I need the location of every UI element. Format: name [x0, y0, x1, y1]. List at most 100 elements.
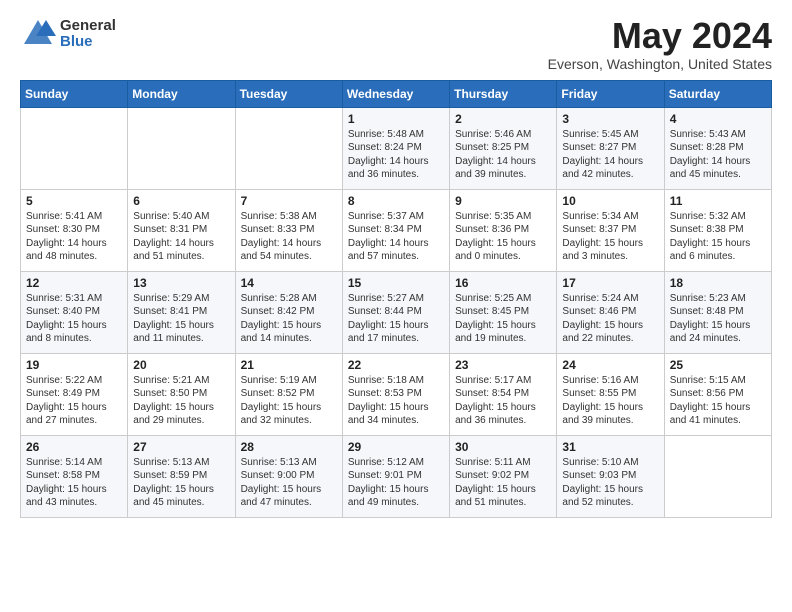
calendar-cell: 7 Sunrise: 5:38 AM Sunset: 8:33 PM Daylig… [235, 189, 342, 271]
week-row-1: 1 Sunrise: 5:48 AM Sunset: 8:24 PM Daylig… [21, 107, 772, 189]
day-info: Sunrise: 5:14 AM Sunset: 8:58 PM Dayligh… [26, 456, 122, 510]
calendar-cell: 12 Sunrise: 5:31 AM Sunset: 8:40 PM Dayli… [21, 271, 128, 353]
day-number: 6 [133, 194, 229, 208]
day-number: 14 [241, 276, 337, 290]
col-header-thursday: Thursday [450, 80, 557, 107]
calendar-cell: 11 Sunrise: 5:32 AM Sunset: 8:38 PM Dayli… [664, 189, 771, 271]
logo-icon [20, 16, 56, 52]
logo: General Blue [20, 16, 116, 52]
calendar-cell: 10 Sunrise: 5:34 AM Sunset: 8:37 PM Dayli… [557, 189, 664, 271]
day-info: Sunrise: 5:41 AM Sunset: 8:30 PM Dayligh… [26, 210, 122, 264]
calendar-cell: 17 Sunrise: 5:24 AM Sunset: 8:46 PM Dayli… [557, 271, 664, 353]
day-info: Sunrise: 5:25 AM Sunset: 8:45 PM Dayligh… [455, 292, 551, 346]
day-number: 16 [455, 276, 551, 290]
location: Everson, Washington, United States [548, 56, 772, 72]
calendar-cell: 13 Sunrise: 5:29 AM Sunset: 8:41 PM Dayli… [128, 271, 235, 353]
calendar-cell [664, 435, 771, 517]
day-number: 18 [670, 276, 766, 290]
day-info: Sunrise: 5:46 AM Sunset: 8:25 PM Dayligh… [455, 128, 551, 182]
calendar-cell: 19Sunrise: 5:22 AM Sunset: 8:49 PM Dayli… [21, 353, 128, 435]
day-number: 10 [562, 194, 658, 208]
day-number: 9 [455, 194, 551, 208]
day-info: Sunrise: 5:17 AM Sunset: 8:54 PM Dayligh… [455, 374, 551, 428]
day-info: Sunrise: 5:28 AM Sunset: 8:42 PM Dayligh… [241, 292, 337, 346]
day-info: Sunrise: 5:24 AM Sunset: 8:46 PM Dayligh… [562, 292, 658, 346]
day-info: Sunrise: 5:18 AM Sunset: 8:53 PM Dayligh… [348, 374, 444, 428]
calendar-cell: 29Sunrise: 5:12 AM Sunset: 9:01 PM Dayli… [342, 435, 449, 517]
col-header-friday: Friday [557, 80, 664, 107]
calendar-cell: 18Sunrise: 5:23 AM Sunset: 8:48 PM Dayli… [664, 271, 771, 353]
day-number: 4 [670, 112, 766, 126]
day-info: Sunrise: 5:31 AM Sunset: 8:40 PM Dayligh… [26, 292, 122, 346]
day-info: Sunrise: 5:10 AM Sunset: 9:03 PM Dayligh… [562, 456, 658, 510]
col-header-sunday: Sunday [21, 80, 128, 107]
day-info: Sunrise: 5:38 AM Sunset: 8:33 PM Dayligh… [241, 210, 337, 264]
day-number: 19 [26, 358, 122, 372]
calendar-cell: 20 Sunrise: 5:21 AM Sunset: 8:50 PM Dayli… [128, 353, 235, 435]
day-info: Sunrise: 5:29 AM Sunset: 8:41 PM Dayligh… [133, 292, 229, 346]
month-title: May 2024 [548, 16, 772, 56]
day-number: 3 [562, 112, 658, 126]
day-number: 13 [133, 276, 229, 290]
day-number: 1 [348, 112, 444, 126]
logo-blue-text: Blue [60, 34, 116, 51]
calendar-cell: 15Sunrise: 5:27 AM Sunset: 8:44 PM Dayli… [342, 271, 449, 353]
calendar-body: 1 Sunrise: 5:48 AM Sunset: 8:24 PM Daylig… [21, 107, 772, 517]
calendar-cell: 22 Sunrise: 5:18 AM Sunset: 8:53 PM Dayli… [342, 353, 449, 435]
logo-general-text: General [60, 18, 116, 35]
day-info: Sunrise: 5:13 AM Sunset: 8:59 PM Dayligh… [133, 456, 229, 510]
calendar-cell: 23 Sunrise: 5:17 AM Sunset: 8:54 PM Dayli… [450, 353, 557, 435]
calendar-cell: 3 Sunrise: 5:45 AM Sunset: 8:27 PM Daylig… [557, 107, 664, 189]
calendar-cell: 6Sunrise: 5:40 AM Sunset: 8:31 PM Daylig… [128, 189, 235, 271]
calendar-cell [235, 107, 342, 189]
day-info: Sunrise: 5:11 AM Sunset: 9:02 PM Dayligh… [455, 456, 551, 510]
day-info: Sunrise: 5:37 AM Sunset: 8:34 PM Dayligh… [348, 210, 444, 264]
calendar-cell: 5 Sunrise: 5:41 AM Sunset: 8:30 PM Daylig… [21, 189, 128, 271]
day-number: 30 [455, 440, 551, 454]
calendar-cell: 31 Sunrise: 5:10 AM Sunset: 9:03 PM Dayli… [557, 435, 664, 517]
day-number: 22 [348, 358, 444, 372]
col-header-saturday: Saturday [664, 80, 771, 107]
day-number: 7 [241, 194, 337, 208]
day-number: 20 [133, 358, 229, 372]
day-number: 24 [562, 358, 658, 372]
day-info: Sunrise: 5:13 AM Sunset: 9:00 PM Dayligh… [241, 456, 337, 510]
day-number: 12 [26, 276, 122, 290]
calendar-cell: 25 Sunrise: 5:15 AM Sunset: 8:56 PM Dayli… [664, 353, 771, 435]
day-number: 15 [348, 276, 444, 290]
day-info: Sunrise: 5:34 AM Sunset: 8:37 PM Dayligh… [562, 210, 658, 264]
calendar-cell: 1 Sunrise: 5:48 AM Sunset: 8:24 PM Daylig… [342, 107, 449, 189]
day-number: 8 [348, 194, 444, 208]
calendar-cell [21, 107, 128, 189]
calendar-header-row: SundayMondayTuesdayWednesdayThursdayFrid… [21, 80, 772, 107]
day-number: 23 [455, 358, 551, 372]
day-info: Sunrise: 5:43 AM Sunset: 8:28 PM Dayligh… [670, 128, 766, 182]
day-number: 31 [562, 440, 658, 454]
day-info: Sunrise: 5:15 AM Sunset: 8:56 PM Dayligh… [670, 374, 766, 428]
col-header-monday: Monday [128, 80, 235, 107]
day-info: Sunrise: 5:48 AM Sunset: 8:24 PM Dayligh… [348, 128, 444, 182]
day-number: 5 [26, 194, 122, 208]
calendar-cell: 26Sunrise: 5:14 AM Sunset: 8:58 PM Dayli… [21, 435, 128, 517]
day-info: Sunrise: 5:45 AM Sunset: 8:27 PM Dayligh… [562, 128, 658, 182]
calendar-cell: 2 Sunrise: 5:46 AM Sunset: 8:25 PM Daylig… [450, 107, 557, 189]
calendar-cell: 16 Sunrise: 5:25 AM Sunset: 8:45 PM Dayli… [450, 271, 557, 353]
day-info: Sunrise: 5:32 AM Sunset: 8:38 PM Dayligh… [670, 210, 766, 264]
day-info: Sunrise: 5:35 AM Sunset: 8:36 PM Dayligh… [455, 210, 551, 264]
day-info: Sunrise: 5:19 AM Sunset: 8:52 PM Dayligh… [241, 374, 337, 428]
day-number: 17 [562, 276, 658, 290]
day-number: 25 [670, 358, 766, 372]
day-info: Sunrise: 5:16 AM Sunset: 8:55 PM Dayligh… [562, 374, 658, 428]
calendar-cell: 21 Sunrise: 5:19 AM Sunset: 8:52 PM Dayli… [235, 353, 342, 435]
calendar-table: SundayMondayTuesdayWednesdayThursdayFrid… [20, 80, 772, 518]
day-number: 21 [241, 358, 337, 372]
day-info: Sunrise: 5:21 AM Sunset: 8:50 PM Dayligh… [133, 374, 229, 428]
day-number: 11 [670, 194, 766, 208]
calendar-cell: 8 Sunrise: 5:37 AM Sunset: 8:34 PM Daylig… [342, 189, 449, 271]
calendar-cell: 9 Sunrise: 5:35 AM Sunset: 8:36 PM Daylig… [450, 189, 557, 271]
page-header: General Blue May 2024 Everson, Washingto… [20, 16, 772, 72]
title-block: May 2024 Everson, Washington, United Sta… [548, 16, 772, 72]
col-header-tuesday: Tuesday [235, 80, 342, 107]
week-row-2: 5 Sunrise: 5:41 AM Sunset: 8:30 PM Daylig… [21, 189, 772, 271]
day-number: 2 [455, 112, 551, 126]
